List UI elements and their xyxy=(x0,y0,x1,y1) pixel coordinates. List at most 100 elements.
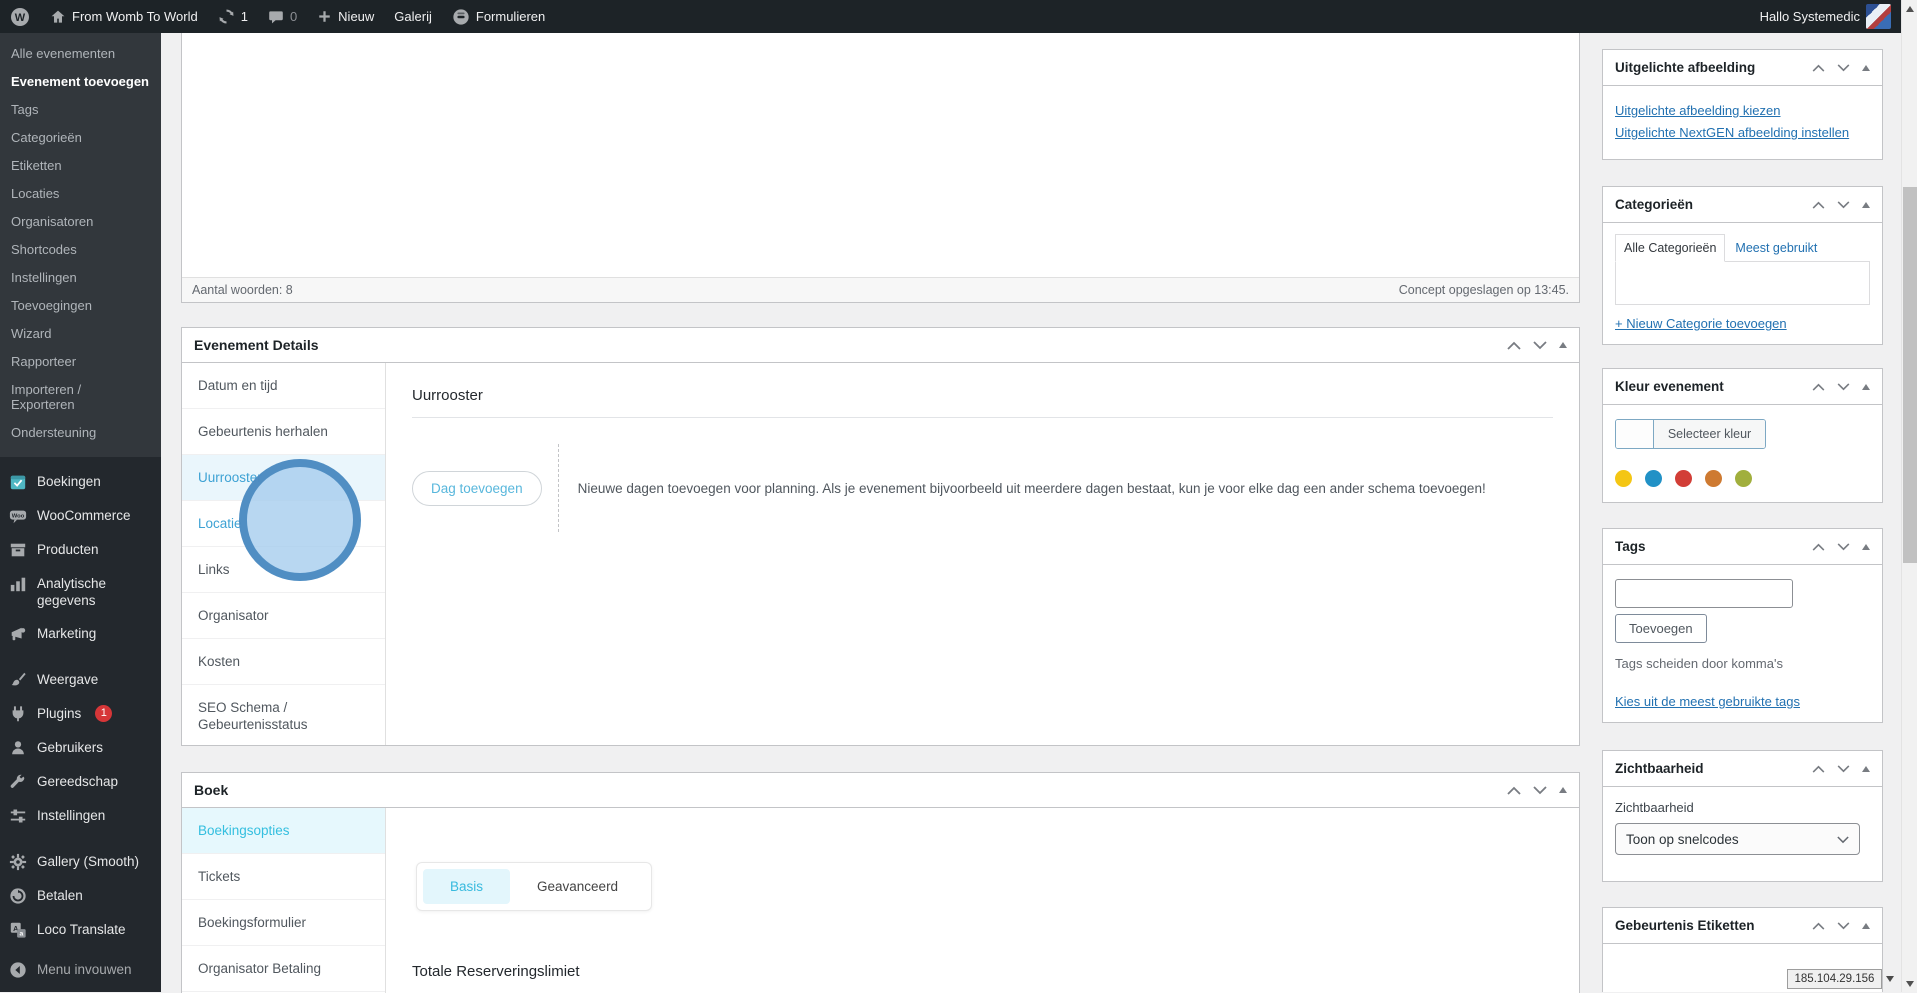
scroll-up-button[interactable] xyxy=(1902,0,1917,17)
move-up-icon[interactable] xyxy=(1507,341,1521,350)
set-nextgen-image-link[interactable]: Uitgelichte NextGEN afbeelding instellen xyxy=(1615,125,1870,140)
event-details-header[interactable]: Evenement Details xyxy=(182,328,1579,363)
collapse-menu-button[interactable]: Menu invouwen xyxy=(0,953,161,987)
tab-seo-schema[interactable]: SEO Schema / Gebeurtenisstatus xyxy=(182,685,332,748)
tab-all-categories[interactable]: Alle Categorieën xyxy=(1615,234,1726,262)
toggle-panel-icon[interactable] xyxy=(1862,201,1870,208)
wp-logo-menu[interactable]: W xyxy=(0,0,40,33)
panel-header[interactable]: Categorieën xyxy=(1603,187,1882,223)
sidebar-item-producten[interactable]: Producten xyxy=(0,533,161,567)
sidebar-item-plugins[interactable]: Plugins 1 xyxy=(0,697,161,731)
color-picker-button[interactable]: Selecteer kleur xyxy=(1615,419,1766,449)
toggle-panel-icon[interactable] xyxy=(1559,342,1567,348)
move-down-icon[interactable] xyxy=(1837,63,1850,72)
move-up-icon[interactable] xyxy=(1812,383,1825,391)
sidebar-item-betalen[interactable]: Betalen xyxy=(0,879,161,913)
toggle-panel-icon[interactable] xyxy=(1559,787,1567,793)
move-down-icon[interactable] xyxy=(1837,921,1850,930)
tab-gebeurtenis-herhalen[interactable]: Gebeurtenis herhalen xyxy=(182,409,385,455)
sidebar-item-analytics[interactable]: Analytische gegevens xyxy=(0,567,161,617)
color-dot-yellow[interactable] xyxy=(1615,470,1632,487)
forms-menu[interactable]: Formulieren xyxy=(442,0,555,33)
toggle-panel-icon[interactable] xyxy=(1862,383,1870,390)
toggle-panel-icon[interactable] xyxy=(1862,543,1870,550)
tab-uurrooster[interactable]: Uurrooster xyxy=(182,455,385,501)
sidebar-item-etiketten[interactable]: Etiketten xyxy=(0,152,161,180)
tags-input[interactable] xyxy=(1615,579,1793,608)
updates-menu[interactable]: 1 xyxy=(208,0,258,33)
sidebar-item-marketing[interactable]: Marketing xyxy=(0,617,161,651)
set-featured-image-link[interactable]: Uitgelichte afbeelding kiezen xyxy=(1615,103,1870,118)
sidebar-item-rapporteer[interactable]: Rapporteer xyxy=(0,348,161,376)
sidebar-item-shortcodes[interactable]: Shortcodes xyxy=(0,236,161,264)
panel-header[interactable]: Uitgelichte afbeelding xyxy=(1603,50,1882,86)
sidebar-item-wizard[interactable]: Wizard xyxy=(0,320,161,348)
sidebar-item-importeren-exporteren[interactable]: Importeren / Exporteren xyxy=(0,376,120,419)
sidebar-item-gallery-smooth[interactable]: Gallery (Smooth) xyxy=(0,845,161,879)
panel-header[interactable]: Tags xyxy=(1603,529,1882,565)
move-down-icon[interactable] xyxy=(1837,764,1850,773)
panel-header[interactable]: Zichtbaarheid xyxy=(1603,751,1882,787)
scroll-down-button[interactable] xyxy=(1902,975,1917,992)
color-dot-blue[interactable] xyxy=(1645,470,1662,487)
scrollbar-thumb[interactable] xyxy=(1903,187,1917,563)
sidebar-item-gebruikers[interactable]: Gebruikers xyxy=(0,731,161,765)
move-down-icon[interactable] xyxy=(1533,340,1547,350)
add-tag-button[interactable]: Toevoegen xyxy=(1615,614,1707,643)
tab-kosten[interactable]: Kosten xyxy=(182,639,385,685)
visibility-select[interactable]: Toon op snelcodes xyxy=(1615,823,1860,855)
account-menu[interactable]: Hallo Systemedic xyxy=(1750,0,1901,33)
panel-header[interactable]: Kleur evenement xyxy=(1603,369,1882,405)
mode-basis[interactable]: Basis xyxy=(423,869,511,904)
tab-organisator[interactable]: Organisator xyxy=(182,593,385,639)
choose-tags-link[interactable]: Kies uit de meest gebruikte tags xyxy=(1615,694,1800,709)
sidebar-item-alle-evenementen[interactable]: Alle evenementen xyxy=(0,40,161,68)
sidebar-item-toevoegingen[interactable]: Toevoegingen xyxy=(0,292,161,320)
site-menu[interactable]: From Womb To World xyxy=(40,0,208,33)
move-up-icon[interactable] xyxy=(1812,765,1825,773)
move-up-icon[interactable] xyxy=(1812,64,1825,72)
sidebar-item-woocommerce[interactable]: Woo WooCommerce xyxy=(0,499,161,533)
tab-tickets[interactable]: Tickets xyxy=(182,854,385,900)
sidebar-item-boekingen[interactable]: Boekingen xyxy=(0,465,161,499)
sidebar-item-organisatoren[interactable]: Organisatoren xyxy=(0,208,161,236)
book-header[interactable]: Boek xyxy=(182,773,1579,808)
post-editor-area[interactable]: Aantal woorden: 8 Concept opgeslagen op … xyxy=(181,33,1580,303)
move-down-icon[interactable] xyxy=(1837,200,1850,209)
color-dot-orange[interactable] xyxy=(1705,470,1722,487)
tab-boekingsopties[interactable]: Boekingsopties xyxy=(182,808,385,854)
tab-boekingsformulier[interactable]: Boekingsformulier xyxy=(182,900,385,946)
sidebar-item-categorieen[interactable]: Categorieën xyxy=(0,124,161,152)
move-down-icon[interactable] xyxy=(1837,382,1850,391)
color-dot-green[interactable] xyxy=(1735,470,1752,487)
toggle-panel-icon[interactable] xyxy=(1862,922,1870,929)
mode-geavanceerd[interactable]: Geavanceerd xyxy=(510,869,645,904)
sidebar-item-ondersteuning[interactable]: Ondersteuning xyxy=(0,419,161,447)
tab-datum-en-tijd[interactable]: Datum en tijd xyxy=(182,363,385,409)
move-down-icon[interactable] xyxy=(1533,785,1547,795)
toggle-panel-icon[interactable] xyxy=(1862,64,1870,71)
add-category-link[interactable]: + Nieuw Categorie toevoegen xyxy=(1615,316,1787,331)
move-up-icon[interactable] xyxy=(1812,922,1825,930)
move-down-icon[interactable] xyxy=(1837,542,1850,551)
page-scrollbar[interactable] xyxy=(1901,0,1917,992)
sidebar-item-gereedschap[interactable]: Gereedschap xyxy=(0,765,161,799)
panel-header[interactable]: Gebeurtenis Etiketten xyxy=(1603,908,1882,944)
sidebar-item-weergave[interactable]: Weergave xyxy=(0,663,161,697)
sidebar-item-locaties[interactable]: Locaties xyxy=(0,180,161,208)
tab-locatie[interactable]: Locatie xyxy=(182,501,385,547)
move-up-icon[interactable] xyxy=(1507,786,1521,795)
sidebar-item-instellingen-sub[interactable]: Instellingen xyxy=(0,264,161,292)
sidebar-item-evenement-toevoegen[interactable]: Evenement toevoegen xyxy=(0,68,161,96)
add-day-button[interactable]: Dag toevoegen xyxy=(412,470,542,506)
sidebar-item-tags[interactable]: Tags xyxy=(0,96,161,124)
gallery-menu[interactable]: Galerij xyxy=(384,0,442,33)
tab-links[interactable]: Links xyxy=(182,547,385,593)
color-dot-red[interactable] xyxy=(1675,470,1692,487)
move-up-icon[interactable] xyxy=(1812,543,1825,551)
tab-most-used[interactable]: Meest gebruikt xyxy=(1725,235,1827,261)
move-up-icon[interactable] xyxy=(1812,201,1825,209)
new-content-menu[interactable]: Nieuw xyxy=(307,0,384,33)
tab-organisator-betaling[interactable]: Organisator Betaling xyxy=(182,946,385,992)
sidebar-item-instellingen[interactable]: Instellingen xyxy=(0,799,161,833)
